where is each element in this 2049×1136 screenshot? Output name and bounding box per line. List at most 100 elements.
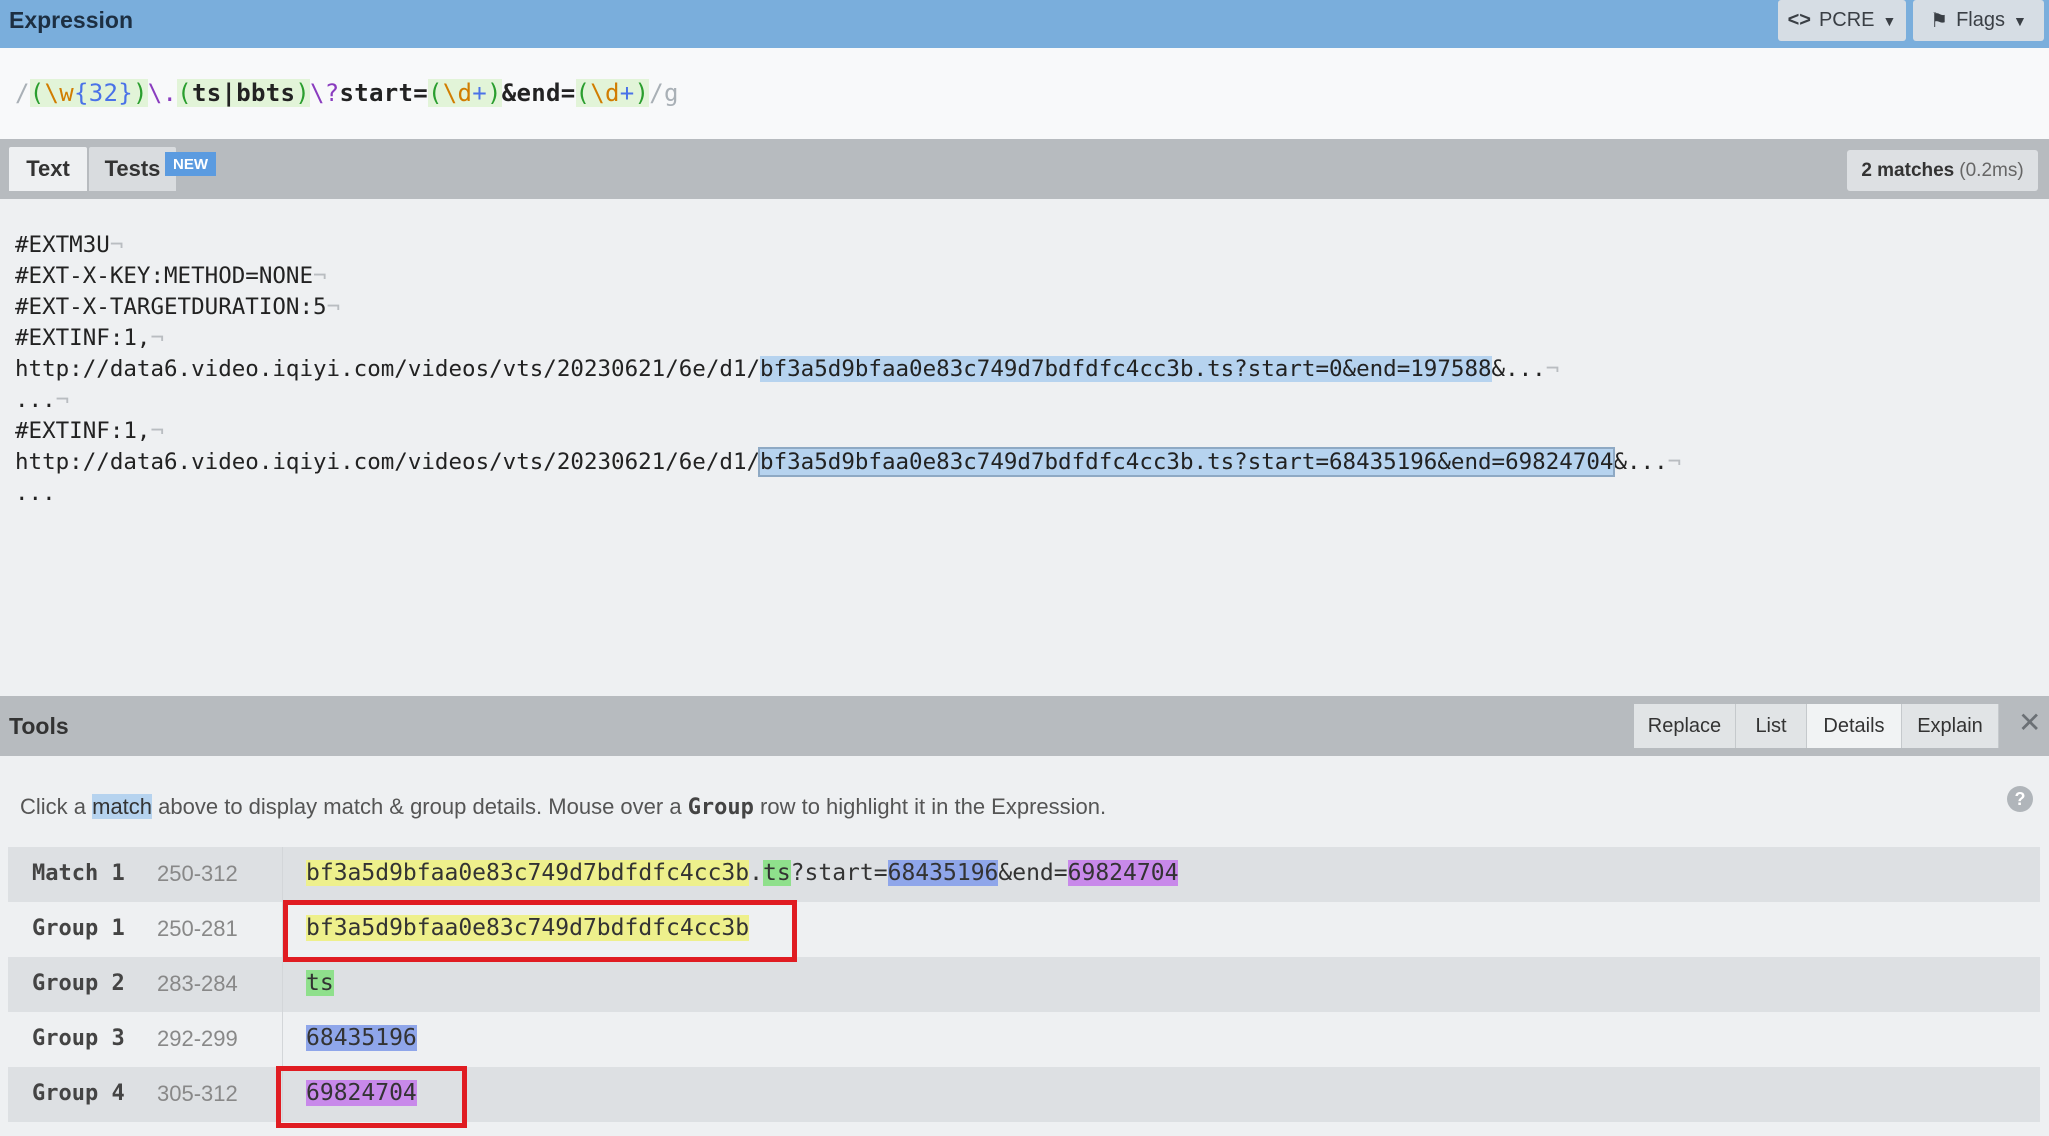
g2-alternation: |: [221, 79, 237, 107]
annotation-box-group-1: [283, 900, 797, 962]
text-line: #EXTM3U¬: [15, 231, 123, 259]
text-line-content: #EXTINF:1,: [15, 418, 151, 444]
text-line: #EXT-X-KEY:METHOD=NONE¬: [15, 262, 327, 290]
g4-close: ): [634, 79, 650, 107]
expression-editor[interactable]: /(\w{32})\.(ts|bbts)\?start=(\d+)&end=(\…: [0, 48, 2049, 139]
literal-start: start=: [339, 79, 428, 107]
annotation-box-group-4: [276, 1066, 467, 1128]
pilcrow: ¬: [326, 294, 341, 320]
group-label: Group 4: [32, 1081, 125, 1106]
tool-tab-explain[interactable]: Explain: [1902, 704, 1999, 748]
pilcrow: ¬: [1667, 449, 1682, 475]
group-label: Group 3: [32, 1026, 125, 1051]
match-value: bf3a5d9bfaa0e83c749d7bdfdfc4cc3b.ts?star…: [306, 860, 1179, 886]
pilcrow: ¬: [313, 263, 327, 289]
text-line-content: #EXT-X-TARGETDURATION:5: [15, 294, 327, 320]
match-group-2: ts: [762, 860, 791, 886]
expression-group-4: (\d+): [575, 79, 650, 107]
group-label: Group 2: [32, 971, 125, 996]
text-line-content: &...: [1491, 356, 1546, 382]
text-line: #EXTINF:1,¬: [15, 417, 164, 445]
match-row[interactable]: Match 1 250-312 bf3a5d9bfaa0e83c749d7bdf…: [8, 847, 2040, 902]
group-range: 283-284: [157, 971, 238, 996]
row-separator: [282, 957, 283, 1012]
caret-down-icon: ▼: [1882, 12, 1897, 29]
escaped-dot: \.: [147, 79, 178, 107]
group-row-3[interactable]: Group 3 292-299 68435196: [8, 1012, 2040, 1067]
new-badge: NEW: [165, 152, 216, 176]
match-range: 250-312: [157, 861, 238, 886]
flags-button[interactable]: ⚑ Flags ▼: [1913, 0, 2044, 41]
pilcrow: ¬: [109, 232, 124, 258]
pcre-label: PCRE: [1818, 9, 1875, 31]
tab-text[interactable]: Text: [9, 147, 87, 191]
text-line-content: #EXTM3U: [15, 232, 110, 258]
expression-group-2: (ts|bbts): [177, 79, 310, 107]
g4-class: \d: [590, 79, 620, 107]
expression-group-3: (\d+): [428, 79, 502, 107]
g3-class: \d: [442, 79, 473, 107]
g1-open: (: [29, 79, 45, 107]
tab-tests[interactable]: Tests: [89, 147, 176, 191]
caret-down-icon: ▼: [2012, 12, 2027, 29]
escaped-question: \?: [310, 79, 340, 107]
flag-icon: ⚑: [1930, 10, 1949, 32]
pcre-flavor-button[interactable]: <> PCRE ▼: [1778, 0, 1906, 41]
row-separator: [282, 1012, 283, 1067]
text-tab-bar: Text Tests: [0, 139, 2049, 199]
group-range: 305-312: [157, 1081, 238, 1106]
g2-alt-b: bbts: [236, 79, 296, 107]
group-label: Group 1: [32, 916, 125, 941]
match-count: 2 matches: [1861, 159, 1955, 181]
hint-group: Group: [687, 795, 754, 820]
code-brackets-icon: <>: [1787, 9, 1811, 31]
g2-alt-a: ts: [192, 79, 222, 107]
g2-open: (: [177, 79, 192, 107]
text-match-selected[interactable]: bf3a5d9bfaa0e83c749d7bdfdfc4cc3b.ts?star…: [758, 447, 1616, 477]
g2-close: ): [295, 79, 310, 107]
group-3-value: 68435196: [306, 1025, 417, 1051]
g3-close: ): [487, 79, 502, 107]
group-2-value: ts: [306, 970, 334, 996]
match-group-4: 69824704: [1067, 860, 1179, 886]
expression-text[interactable]: /(\w{32})\.(ts|bbts)\?start=(\d+)&end=(\…: [15, 79, 679, 107]
tools-tabs: Replace List Details Explain: [1634, 704, 1999, 748]
help-icon[interactable]: ?: [2007, 786, 2033, 812]
g1-class: \w: [44, 79, 74, 107]
expression-flags: g: [664, 79, 679, 107]
test-text-editor[interactable]: #EXTM3U¬ #EXT-X-KEY:METHOD=NONE¬ #EXT-X-…: [0, 199, 2049, 696]
expression-header: Expression <> PCRE ▼ ⚑ Flags ▼: [0, 0, 2049, 48]
flags-label: Flags: [1956, 9, 2005, 31]
row-separator: [282, 847, 283, 902]
g4-open: (: [575, 79, 591, 107]
hint-text: row to highlight it in the Expression.: [753, 794, 1107, 819]
text-line: #EXT-X-TARGETDURATION:5¬: [15, 293, 340, 321]
tools-title: Tools: [9, 713, 69, 739]
close-icon[interactable]: ✕: [2018, 706, 2041, 739]
text-line-content: ...: [15, 480, 56, 506]
text-line: http://data6.video.iqiyi.com/videos/vts/…: [15, 447, 1682, 477]
tools-bar: Tools Replace List Details Explain ✕: [0, 696, 2049, 756]
text-line: ...¬: [15, 386, 69, 414]
text-line-content: #EXTINF:1,: [15, 325, 151, 351]
tool-tab-details[interactable]: Details: [1807, 704, 1902, 748]
text-line: ...: [15, 479, 56, 507]
g3-quantifier: +: [472, 79, 487, 107]
g1-close: ): [133, 79, 148, 107]
text-line: #EXTINF:1,¬: [15, 324, 164, 352]
group-value: ts: [306, 970, 334, 996]
group-row-2[interactable]: Group 2 283-284 ts: [8, 957, 2040, 1012]
match-literal: ?start=: [790, 860, 888, 886]
match-literal: &end=: [998, 860, 1068, 886]
hint-match: match: [92, 794, 153, 819]
text-match-highlight[interactable]: bf3a5d9bfaa0e83c749d7bdfdfc4cc3b.ts?star…: [760, 356, 1492, 382]
match-group-3: 68435196: [887, 860, 999, 886]
tool-tab-replace[interactable]: Replace: [1634, 704, 1736, 748]
pilcrow: ¬: [150, 418, 165, 444]
expression-open-delimiter: /: [15, 79, 30, 107]
group-range: 250-281: [157, 916, 238, 941]
match-group-1: bf3a5d9bfaa0e83c749d7bdfdfc4cc3b: [306, 860, 750, 886]
match-time: (0.2ms): [1959, 159, 2024, 181]
match-literal: .: [749, 860, 763, 886]
tool-tab-list[interactable]: List: [1736, 704, 1807, 748]
